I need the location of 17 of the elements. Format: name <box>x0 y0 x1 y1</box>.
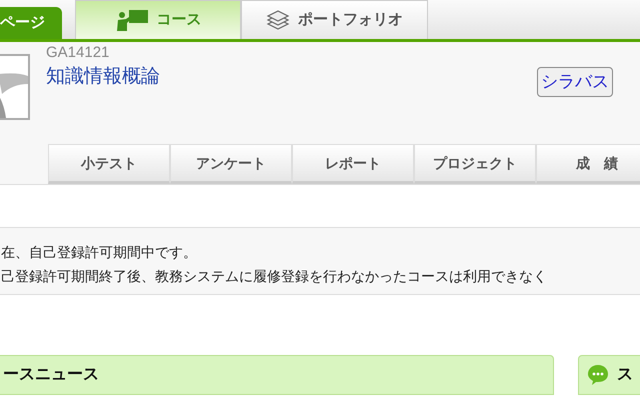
course-title: 知識情報概論 <box>46 65 160 89</box>
syllabus-button[interactable]: シラバス <box>537 67 613 97</box>
course-code: GA14121 <box>46 44 110 62</box>
notice-text: 在、自己登録許可期間中です。 <box>1 243 198 262</box>
stack-icon <box>266 9 290 31</box>
sub-tab[interactable]: 小テスト <box>48 144 170 184</box>
sub-tab[interactable]: プロジェクト <box>414 144 536 184</box>
home-tab[interactable]: ページ <box>0 7 62 39</box>
panel-title: ースニュース <box>3 365 99 385</box>
notice-text: 己登録許可期間終了後、教務システムに履修登録を行わなかったコースは利用できなく <box>1 267 548 286</box>
sub-tab[interactable]: 成 績 <box>536 144 640 184</box>
sub-tab[interactable]: レポート <box>292 144 414 184</box>
nav-tab[interactable]: コース <box>75 0 241 39</box>
sub-tab[interactable]: アンケート <box>170 144 292 184</box>
teacher-board-icon <box>114 9 148 31</box>
panel-title: ス <box>617 365 633 385</box>
nav-tab[interactable]: ポートフォリオ <box>241 0 428 39</box>
